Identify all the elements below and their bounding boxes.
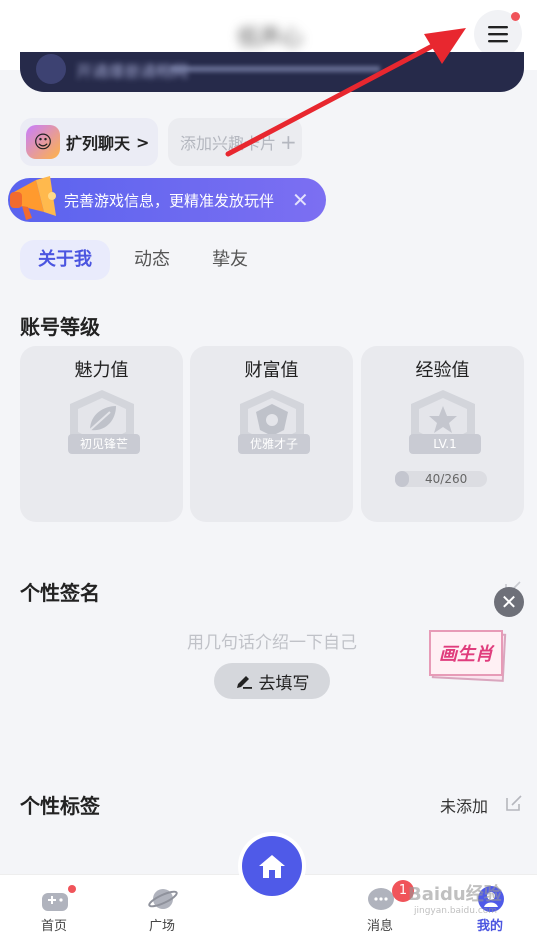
leaf-badge-icon	[70, 390, 134, 452]
ad-text: 画生肖	[439, 644, 493, 665]
watermark-url: jingyan.baidu.com	[414, 906, 498, 916]
game-controller-icon	[42, 893, 68, 911]
house-icon	[259, 855, 285, 878]
nav-mine-label: 我的	[476, 919, 503, 934]
megaphone-icon	[10, 176, 56, 220]
nav-square[interactable]: 广场	[122, 875, 202, 934]
personal-tags-title: 个性标签	[20, 794, 100, 818]
tab-close-friends[interactable]: 挚友	[194, 240, 266, 280]
profile-nickname: 低声心	[236, 26, 303, 51]
add-interest-card-chip[interactable]: 添加兴趣卡片 +	[168, 118, 302, 166]
wealth-card-title: 财富值	[244, 360, 299, 381]
wealth-level-tag: 优雅才子	[238, 434, 310, 454]
fill-in-label: 去填写	[258, 673, 310, 694]
promo-close-icon[interactable]: ✕	[292, 188, 309, 212]
shield-badge-icon	[240, 390, 304, 452]
membership-banner[interactable]: 开通爆册通畅网	[20, 52, 524, 92]
float-ad-close-icon[interactable]: ✕	[494, 587, 524, 617]
tags-not-added-text[interactable]: 未添加	[440, 793, 488, 817]
experience-card-title: 经验值	[415, 360, 470, 381]
experience-progress-text: 40/260	[425, 472, 468, 486]
fill-in-button[interactable]: 去填写	[214, 663, 330, 699]
banner-icon	[36, 54, 66, 84]
nav-messages-label: 消息	[366, 919, 393, 934]
charm-level-tag: 初见锋芒	[68, 434, 140, 454]
notification-dot	[511, 12, 520, 21]
nav-square-label: 广场	[148, 919, 175, 934]
chevron-right-icon: >	[136, 132, 150, 152]
watermark-logo: Baidu经验	[408, 884, 502, 905]
add-interest-label: 添加兴趣卡片	[180, 134, 277, 153]
account-level-title: 账号等级	[20, 315, 100, 339]
tab-moments[interactable]: 动态	[116, 240, 188, 280]
tab-about-me[interactable]: 关于我	[20, 240, 110, 280]
expand-chat-label: 扩列聊天	[66, 134, 131, 153]
profile-tabs: 关于我 动态 挚友	[20, 240, 272, 280]
plus-icon: +	[280, 130, 297, 154]
game-info-promo-banner[interactable]: 完善游戏信息，更精准发放玩伴 ✕	[8, 176, 326, 222]
experience-card[interactable]: 经验值 LV.1 40/260	[361, 346, 524, 522]
nav-home-label: 首页	[40, 919, 67, 934]
wealth-card[interactable]: 财富值 优雅才子	[190, 346, 353, 522]
charm-card[interactable]: 魅力值 初见锋芒	[20, 346, 183, 522]
charm-card-title: 魅力值	[74, 360, 129, 381]
hamburger-menu-icon	[488, 26, 508, 43]
menu-button[interactable]	[474, 10, 522, 58]
banner-redaction	[170, 66, 380, 72]
experience-progress-bar: 40/260	[395, 471, 487, 487]
center-home-button[interactable]	[242, 836, 302, 896]
zodiac-drawing-ad[interactable]: 画生肖	[427, 626, 509, 684]
home-notification-dot	[68, 885, 76, 893]
promo-text: 完善游戏信息，更精准发放玩伴	[64, 192, 275, 210]
star-badge-icon	[411, 390, 475, 452]
planet-icon	[148, 889, 178, 909]
chat-emoji-icon: ☺	[26, 125, 60, 159]
signature-title: 个性签名	[20, 581, 100, 605]
expand-chat-chip[interactable]: ☺ 扩列聊天 >	[20, 118, 158, 166]
edit-icon[interactable]	[505, 794, 523, 812]
nav-home[interactable]: 首页	[14, 875, 94, 934]
pen-icon	[236, 676, 252, 689]
experience-progress-fill	[395, 471, 410, 487]
experience-level-tag: LV.1	[409, 434, 481, 454]
